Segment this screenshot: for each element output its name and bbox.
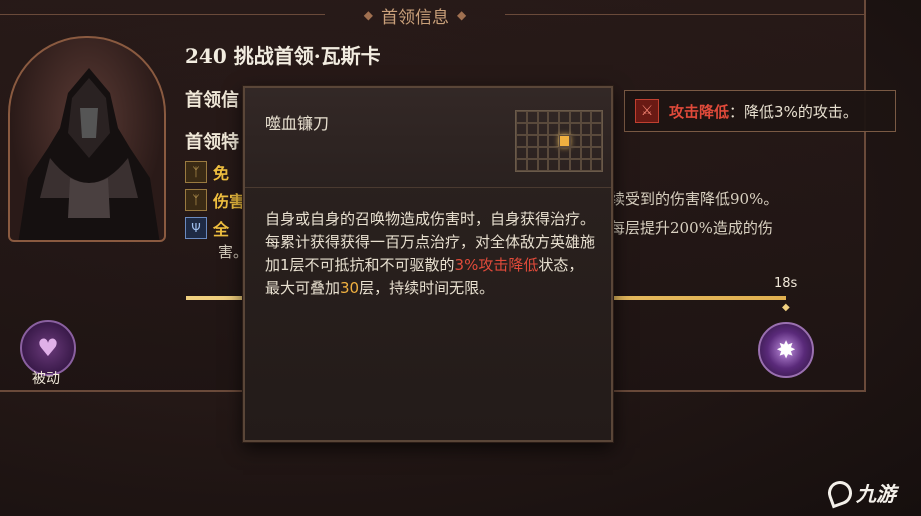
boss-portrait	[8, 36, 166, 242]
grid-cell	[537, 111, 549, 123]
timeline-marker-icon: ◆	[782, 302, 790, 313]
desc-highlight-2: 30	[340, 279, 360, 297]
claw-icon: ᛉ	[185, 189, 207, 211]
section-traits-label: 首领特	[185, 132, 239, 153]
section-info-label: 首领信	[185, 90, 239, 111]
grid-cell	[569, 123, 581, 135]
grid-cell	[580, 147, 592, 159]
desc-part-3: 层，持续时间无限。	[359, 279, 495, 297]
grid-cell	[559, 135, 570, 147]
grid-cell	[516, 147, 527, 159]
grid-cell	[516, 123, 527, 135]
trait-row-1[interactable]: ᛉ 免	[185, 160, 229, 184]
grid-cell	[548, 123, 559, 135]
debuff-colon: ：	[729, 102, 745, 121]
skill-description: 自身或自身的召唤物造成伤害时，自身获得治疗。每累计获得获得一百万点治疗，对全体敌…	[265, 208, 595, 300]
grid-cell	[559, 111, 570, 123]
grid-cell	[591, 135, 602, 147]
debuff-tooltip: ⚔ 攻击降低：降低3%的攻击。	[624, 90, 896, 132]
title-divider-right	[505, 14, 865, 15]
grid-cell	[559, 159, 570, 171]
diamond-icon: ◆	[457, 8, 467, 22]
grid-cell	[526, 147, 538, 159]
trait-row-3[interactable]: Ψ 全	[185, 216, 229, 240]
grid-cell	[591, 159, 602, 171]
grid-cell	[591, 123, 602, 135]
trait-label-2: 伤害	[213, 192, 246, 211]
grid-cell	[526, 123, 538, 135]
panel-title: ◆ 首领信息 ◆	[330, 2, 500, 28]
watermark-text: 九游	[856, 482, 896, 506]
grid-cell	[537, 159, 549, 171]
debuff-desc: 降低3%的攻击。	[744, 102, 858, 121]
grid-cell	[569, 159, 581, 171]
grid-cell	[580, 135, 592, 147]
grid-cell	[548, 135, 559, 147]
grid-cell	[548, 111, 559, 123]
grid-cell	[569, 147, 581, 159]
trait-row-2[interactable]: ᛉ 伤害	[185, 188, 245, 212]
grid-cell	[548, 147, 559, 159]
grid-cell	[516, 111, 527, 123]
heart-icon: ♥	[37, 334, 59, 362]
watermark: 九游	[824, 477, 896, 508]
grid-cell	[559, 123, 570, 135]
grid-cell	[537, 147, 549, 159]
grid-cell	[580, 123, 592, 135]
trait-label-3: 全	[213, 220, 230, 239]
debuff-name: 攻击降低	[669, 102, 730, 121]
skill-tooltip: 噬血镰刀 自身或自身的召唤物造成伤害时，自身获得治疗。每累计获得获得一百万点治疗…	[243, 86, 613, 442]
grid-cell	[559, 147, 570, 159]
desc-highlight-1: 3%攻击降低	[454, 256, 539, 274]
grid-cell	[537, 123, 549, 135]
panel-title-text: 首领信息	[381, 7, 449, 28]
trait-label-1: 免	[213, 164, 230, 183]
skill-name: 噬血镰刀	[265, 114, 330, 133]
grid-cell	[569, 135, 581, 147]
burst-icon: ✸	[775, 336, 797, 364]
grid-cell	[580, 159, 592, 171]
grid-cell	[591, 147, 602, 159]
grid-cell	[516, 159, 527, 171]
tooltip-header: 噬血镰刀	[245, 88, 611, 188]
trait-desc-line-2: 每层提升200%造成的伤	[610, 219, 773, 237]
passive-label: 被动	[32, 371, 60, 387]
grid-cell	[591, 111, 602, 123]
grid-cell	[569, 111, 581, 123]
grid-cell	[526, 159, 538, 171]
grid-cell	[548, 159, 559, 171]
logo-icon	[824, 477, 856, 508]
grid-cell	[580, 111, 592, 123]
grid-cell	[516, 135, 527, 147]
boss-title: 240 挑战首领·瓦斯卡	[185, 44, 381, 68]
title-divider-left	[0, 14, 325, 15]
ultimate-skill-button[interactable]: ✸	[758, 322, 814, 378]
trait-desc-line-1: 续受到的伤害降低90%。	[610, 190, 779, 208]
grid-cell	[537, 135, 549, 147]
grid-cell	[526, 111, 538, 123]
grid-cell	[526, 135, 538, 147]
trident-icon: Ψ	[185, 217, 207, 239]
diamond-icon: ◆	[363, 8, 373, 22]
skill-range-grid	[515, 110, 603, 172]
claw-icon: ᛉ	[185, 161, 207, 183]
sword-down-icon: ⚔	[635, 99, 659, 123]
timeline-time-label: 18s	[774, 276, 798, 291]
